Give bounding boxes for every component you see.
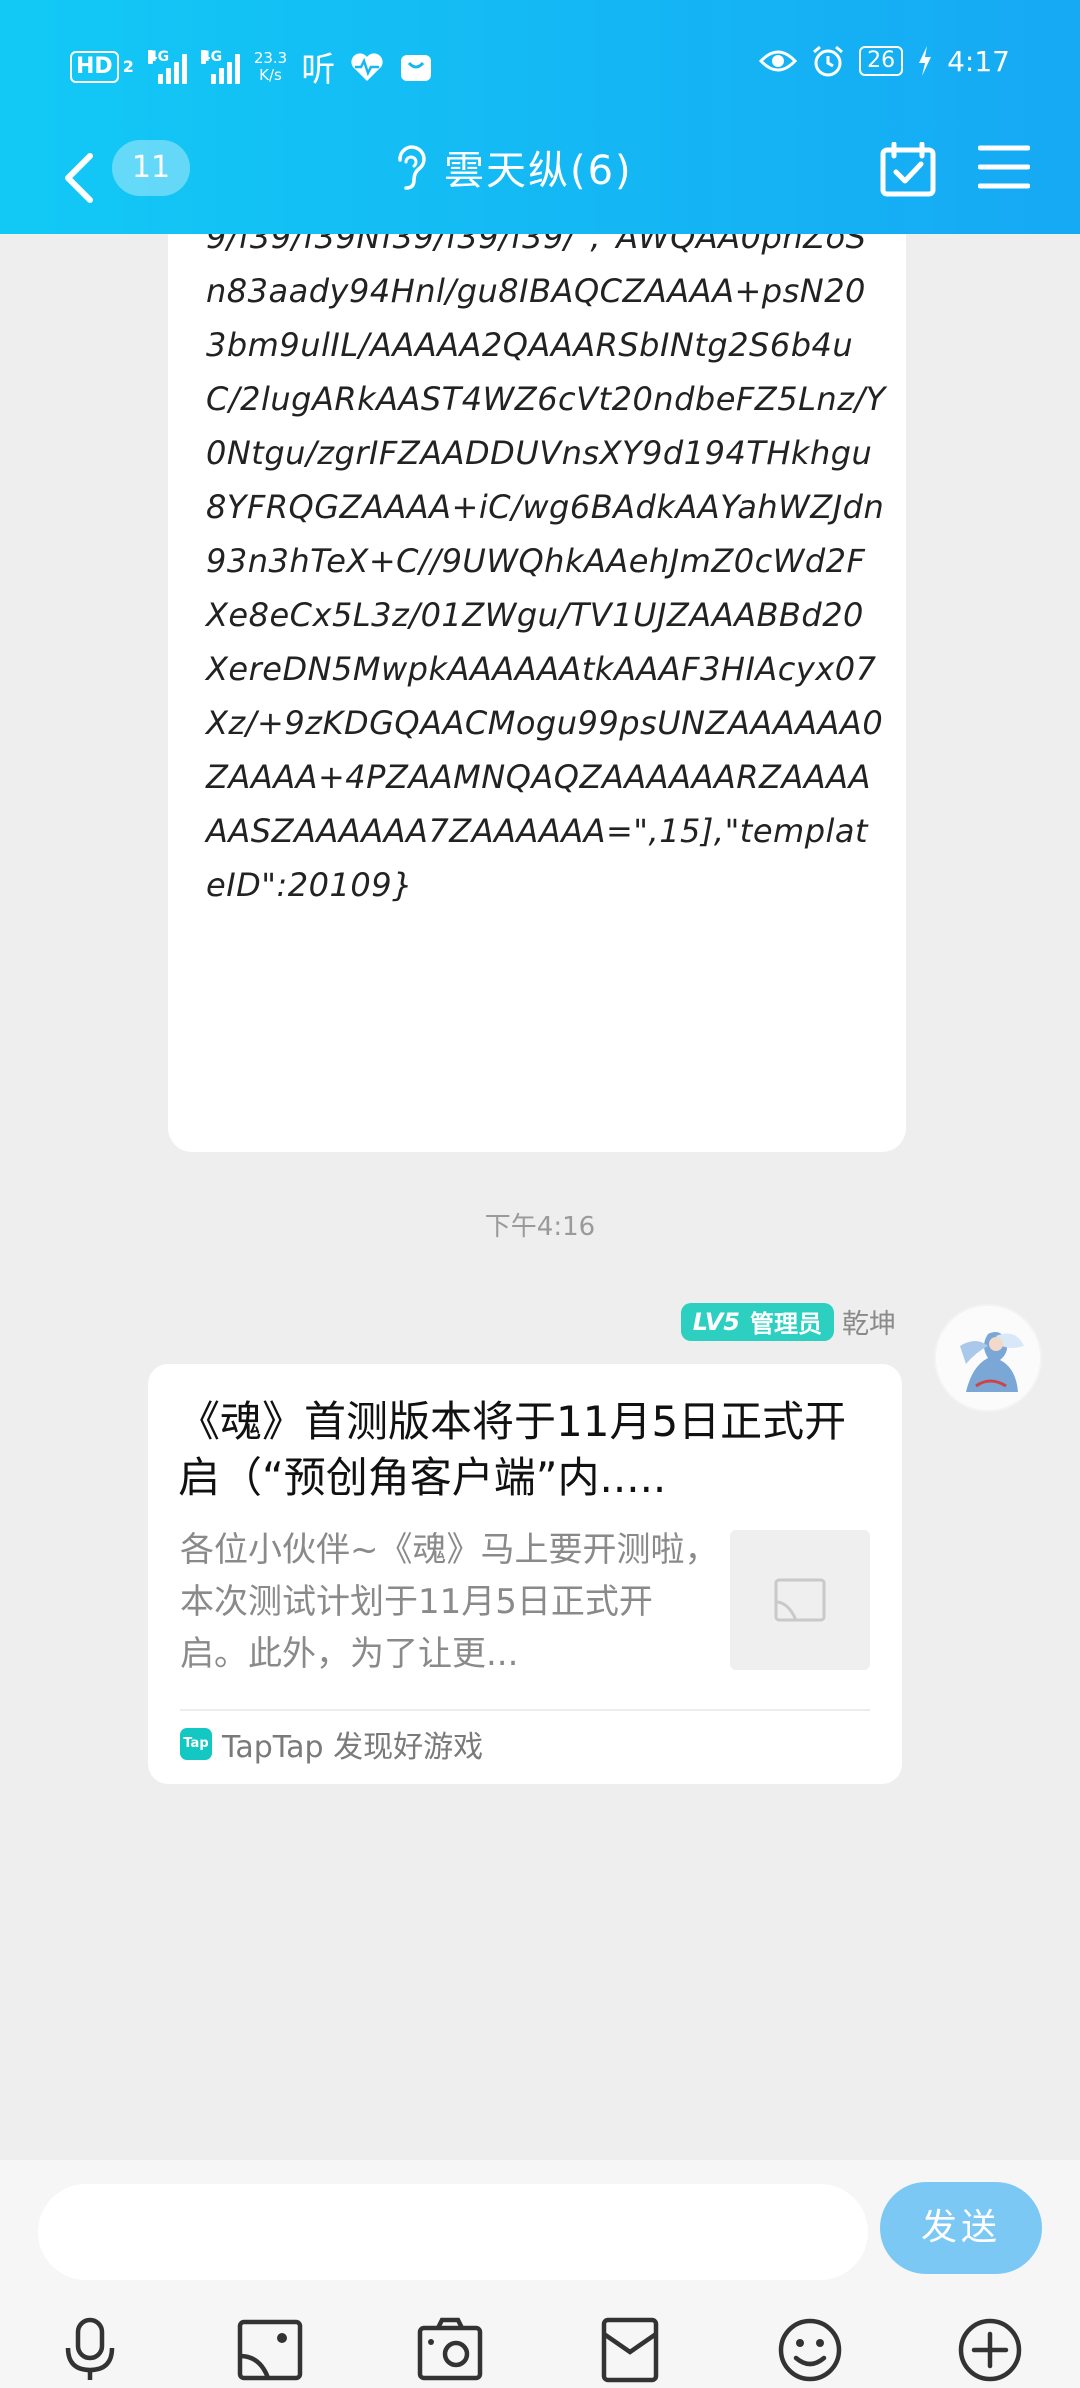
status-bar: HD 2 4G 4G 23.3 K/s 听 26 4:17: [0, 0, 1080, 130]
group-title: 雲天纵(6): [444, 148, 633, 194]
status-right: 26 4:17: [759, 44, 1010, 78]
role-label: 管理员: [750, 1310, 822, 1338]
status-left: HD 2 4G 4G 23.3 K/s 听: [70, 42, 433, 91]
input-toolbar: [0, 2300, 1080, 2388]
app-glyph: 听: [301, 50, 336, 90]
unread-count-badge[interactable]: 11: [112, 140, 190, 196]
send-button[interactable]: 发送: [880, 2182, 1042, 2274]
network-label-2: 4G: [200, 48, 223, 65]
share-card[interactable]: 《魂》首测版本将于11月5日正式开启（“预创角客户端”内..... 各位小伙伴~…: [148, 1364, 902, 1784]
sim1-label: 2: [122, 57, 134, 76]
level-badge: LV5 管理员: [680, 1302, 834, 1341]
alarm-icon: [813, 45, 844, 77]
charging-icon: [919, 46, 932, 76]
ear-icon: [398, 145, 426, 190]
code-message-text: f39/f39/f39/f39/f39/f39/f39/f39/f39/f0x/…: [206, 164, 886, 904]
card-thumbnail: [730, 1530, 870, 1670]
battery-indicator: 26: [859, 46, 904, 76]
camera-icon[interactable]: [416, 2316, 484, 2384]
taptap-icon: Tap: [180, 1728, 212, 1760]
avatar-image: [936, 1306, 1040, 1410]
menu-icon[interactable]: [978, 144, 1030, 190]
card-title: 《魂》首测版本将于11月5日正式开启（“预创角客户端”内.....: [178, 1397, 847, 1502]
plus-icon[interactable]: [956, 2316, 1024, 2384]
bag-icon: [401, 54, 432, 81]
card-divider: [180, 1709, 870, 1711]
level-label: LV5: [692, 1307, 740, 1336]
back-icon[interactable]: [56, 146, 100, 210]
group-title-wrap[interactable]: 雲天纵(6): [390, 138, 633, 196]
battery-level: 26: [867, 48, 896, 73]
emoji-icon[interactable]: [776, 2316, 844, 2384]
message-time-label: 下午4:16: [484, 1212, 596, 1242]
code-message-bubble[interactable]: f39/f39/f39/f39/f39/f39/f39/f39/f39/f0x/…: [168, 160, 906, 1152]
header: HD 2 4G 4G 23.3 K/s 听 26 4:17 11 雲天纵(6): [0, 0, 1080, 234]
heart-rate-icon: [351, 52, 383, 81]
image-icon[interactable]: [236, 2316, 304, 2384]
speed-unit: K/s: [259, 65, 282, 84]
signal-icon: 4G: [147, 48, 187, 84]
net-speed: 23.3 K/s: [253, 48, 288, 84]
hd-label: HD: [76, 53, 113, 79]
microphone-icon[interactable]: [56, 2316, 124, 2384]
avatar[interactable]: [934, 1304, 1042, 1412]
card-source: Tap TapTap 发现好游戏: [180, 1722, 483, 1766]
input-area: 发送: [0, 2160, 1080, 2388]
sender-row: LV5 管理员 乾坤: [680, 1302, 896, 1341]
hd-badge: HD: [70, 50, 119, 83]
title-bar: 11 雲天纵(6): [0, 130, 1080, 234]
red-packet-icon[interactable]: [596, 2316, 664, 2384]
message-input[interactable]: [38, 2184, 868, 2280]
speed-value: 23.3: [253, 48, 288, 67]
clock: 4:17: [947, 44, 1010, 78]
signal-icon-2: 4G: [200, 48, 240, 84]
eye-icon: [759, 50, 798, 72]
card-description: 各位小伙伴~《魂》马上要开测啦，本次测试计划于11月5日正式开启。此外，为了让更…: [180, 1530, 719, 1674]
image-placeholder-icon: [774, 1578, 826, 1622]
network-label: 4G: [147, 48, 170, 65]
calendar-check-icon[interactable]: [880, 142, 936, 198]
source-label: TapTap 发现好游戏: [222, 1730, 484, 1765]
sender-name[interactable]: 乾坤: [842, 1302, 896, 1341]
